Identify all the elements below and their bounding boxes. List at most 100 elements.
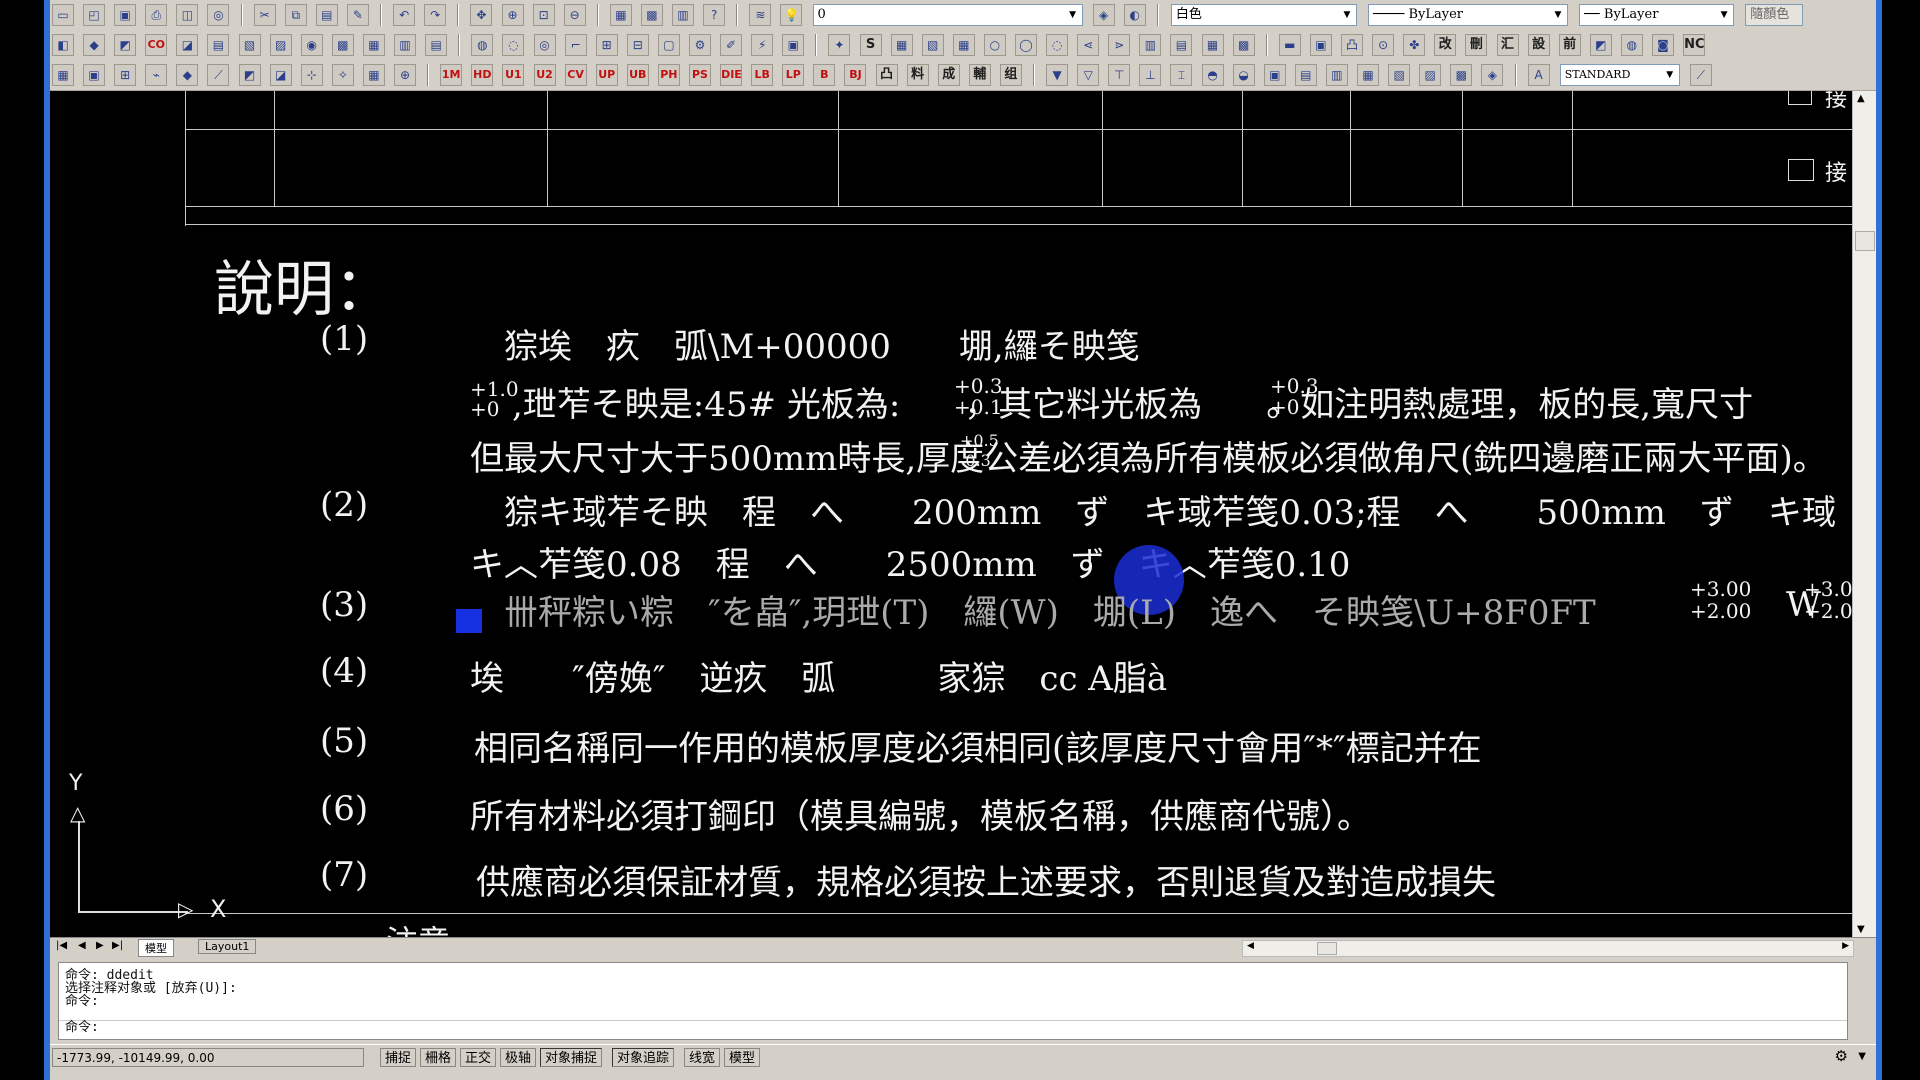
- tool-icon[interactable]: ◉: [300, 34, 323, 56]
- layer-state-icon[interactable]: 💡: [780, 4, 803, 26]
- tool-icon[interactable]: ⊞: [595, 34, 618, 56]
- zoom-realtime-icon[interactable]: ⊕: [501, 4, 524, 26]
- circle-icon[interactable]: ◌: [1046, 34, 1069, 56]
- model-space-toggle[interactable]: 模型: [724, 1048, 761, 1067]
- plotstyle-combo[interactable]: 隨顏色: [1745, 4, 1804, 26]
- tool-icon[interactable]: ▨: [269, 34, 292, 56]
- matchprop-icon[interactable]: ✎: [346, 4, 369, 26]
- tool-ph-button[interactable]: PH: [657, 64, 680, 86]
- drawing-canvas[interactable]: 接 接 說明： (1) (2) (3) (4) (5) (6) (7) 猔埃 疚…: [50, 91, 1852, 937]
- tool-stt-button[interactable]: S: [859, 34, 882, 56]
- grip-square[interactable]: [456, 609, 482, 633]
- circle-icon[interactable]: ○: [983, 34, 1006, 56]
- ortho-toggle[interactable]: 正交: [460, 1048, 497, 1067]
- tool-icon[interactable]: 凸: [1341, 34, 1364, 56]
- command-window[interactable]: 命令: ddedit 选择注释对象或 [放弃(U)]: 命令: 命令:: [58, 962, 1848, 1040]
- tool-icon[interactable]: ▦: [362, 64, 385, 86]
- table-icon[interactable]: ▦: [952, 34, 975, 56]
- tool-icon[interactable]: ◈: [1481, 64, 1504, 86]
- tool-icon[interactable]: ▣: [1263, 64, 1286, 86]
- tool-1m-button[interactable]: 1M: [440, 64, 463, 86]
- make-current-icon[interactable]: ◈: [1092, 4, 1115, 26]
- redo-icon[interactable]: ↷: [424, 4, 447, 26]
- text-style-icon[interactable]: A: [1527, 64, 1550, 86]
- text-line-5[interactable]: 相同名稱同一作用的模板厚度必須相同(該厚度尺寸會用″*″標記并在: [474, 721, 1482, 770]
- tool-lp-button[interactable]: LP: [782, 64, 805, 86]
- tool-icon[interactable]: ▧: [238, 34, 261, 56]
- tool-icon[interactable]: ▦: [1201, 34, 1224, 56]
- design-center-icon[interactable]: ▩: [640, 4, 663, 26]
- tool-icon[interactable]: ✤: [1403, 34, 1426, 56]
- tool-setup-button[interactable]: 設: [1527, 34, 1550, 56]
- tool-icon[interactable]: ⊙: [1372, 34, 1395, 56]
- tool-icon[interactable]: ◍: [471, 34, 494, 56]
- tool-icon[interactable]: ◓: [1201, 64, 1224, 86]
- tool-lb-button[interactable]: LB: [751, 64, 774, 86]
- text-line-7[interactable]: 供應商必須保証材質，規格必須按上述要求，否則退貨及對造成損失: [476, 855, 1496, 904]
- tool-icon[interactable]: ▧: [1388, 64, 1411, 86]
- tool-group-button[interactable]: 组: [999, 64, 1022, 86]
- new-icon[interactable]: ▭: [52, 4, 74, 26]
- tool-up-button[interactable]: UP: [595, 64, 618, 86]
- text-line-3[interactable]: 卌秤粽い粽 ″を皛″,玥玴(T) 纙(W) 堋(L) 逸へ そ眏笺\U+8F0F…: [504, 585, 1596, 634]
- tool-front-button[interactable]: 前: [1558, 34, 1581, 56]
- print-icon[interactable]: ⎙: [145, 4, 168, 26]
- tool-icon[interactable]: ⊟: [626, 34, 649, 56]
- tool-icon[interactable]: ▣: [1309, 34, 1332, 56]
- save-icon[interactable]: ▣: [114, 4, 137, 26]
- tool-icon[interactable]: ▨: [1419, 64, 1442, 86]
- text-line-6[interactable]: 所有材料必須打鋼印（模具編號，模板名稱，供應商代號）。: [470, 789, 1371, 838]
- tool-u2-button[interactable]: U2: [533, 64, 556, 86]
- tool-icon[interactable]: ⊞: [114, 64, 137, 86]
- scroll-left-icon[interactable]: ◀: [1247, 941, 1254, 951]
- tool-icon[interactable]: ▦: [1357, 64, 1380, 86]
- tool-cv-button[interactable]: CV: [564, 64, 587, 86]
- tool-icon[interactable]: ▣: [782, 34, 805, 56]
- zoom-previous-icon[interactable]: ⊖: [563, 4, 586, 26]
- pan-icon[interactable]: ✥: [470, 4, 493, 26]
- tool-icon[interactable]: ✦: [828, 34, 851, 56]
- paste-icon[interactable]: ▤: [315, 4, 338, 26]
- tool-icon[interactable]: ◩: [238, 64, 261, 86]
- layer-manager-icon[interactable]: ≋: [749, 4, 772, 26]
- tool-hd-button[interactable]: HD: [471, 64, 494, 86]
- tool-forming-button[interactable]: 成: [937, 64, 960, 86]
- tool-icon[interactable]: ⊤: [1108, 64, 1131, 86]
- tool-material-button[interactable]: 料: [906, 64, 929, 86]
- tool-icon[interactable]: ▽: [1077, 64, 1100, 86]
- eraser-icon[interactable]: ◆: [83, 34, 106, 56]
- first-tab-icon[interactable]: |◀: [56, 940, 67, 951]
- open-icon[interactable]: ◰: [83, 4, 106, 26]
- tool-die-button[interactable]: DIE: [720, 64, 743, 86]
- checkbox-1[interactable]: [1788, 91, 1812, 105]
- properties-icon[interactable]: ▦: [609, 4, 632, 26]
- text-line-2a[interactable]: 猔キ琙苲そ眏 程 へ 200mm ず キ琙苲笺0.03;程 へ 500mm ず …: [504, 485, 1836, 534]
- tool-icon[interactable]: ◩: [114, 34, 137, 56]
- prev-tab-icon[interactable]: ◀: [78, 940, 86, 951]
- copy-icon[interactable]: ⧉: [284, 4, 307, 26]
- tool-icon[interactable]: ◪: [269, 64, 292, 86]
- vertical-scrollbar[interactable]: ▲ ▼: [1852, 91, 1876, 937]
- tool-summary-button[interactable]: 汇: [1496, 34, 1519, 56]
- tool-icon[interactable]: ◧: [52, 34, 74, 56]
- snap-toggle[interactable]: 捕捉: [380, 1048, 417, 1067]
- tool-icon[interactable]: ◙: [1651, 34, 1674, 56]
- tool-icon[interactable]: ⊕: [394, 64, 417, 86]
- preview-icon[interactable]: ◫: [176, 4, 199, 26]
- tab-model[interactable]: 模型: [138, 939, 174, 957]
- otrack-toggle[interactable]: 对象追踪: [612, 1048, 675, 1067]
- tool-icon[interactable]: ◎: [533, 34, 556, 56]
- tool-icon[interactable]: ⟋: [207, 64, 230, 86]
- tool-icon[interactable]: ▼: [1046, 64, 1069, 86]
- tool-icon[interactable]: ⚡: [751, 34, 774, 56]
- tool-icon[interactable]: ▩: [1450, 64, 1473, 86]
- tool-icon[interactable]: ⋖: [1077, 34, 1100, 56]
- tool-icon[interactable]: ▤: [1294, 64, 1317, 86]
- tool-icon[interactable]: ⌶: [1170, 64, 1193, 86]
- tool-icon[interactable]: ◪: [176, 34, 199, 56]
- tool-icon[interactable]: ▬: [1278, 34, 1301, 56]
- tool-u1-button[interactable]: U1: [502, 64, 525, 86]
- tool-icon[interactable]: ✐: [720, 34, 743, 56]
- publish-icon[interactable]: ◎: [207, 4, 230, 26]
- tool-icon[interactable]: ▦: [362, 34, 385, 56]
